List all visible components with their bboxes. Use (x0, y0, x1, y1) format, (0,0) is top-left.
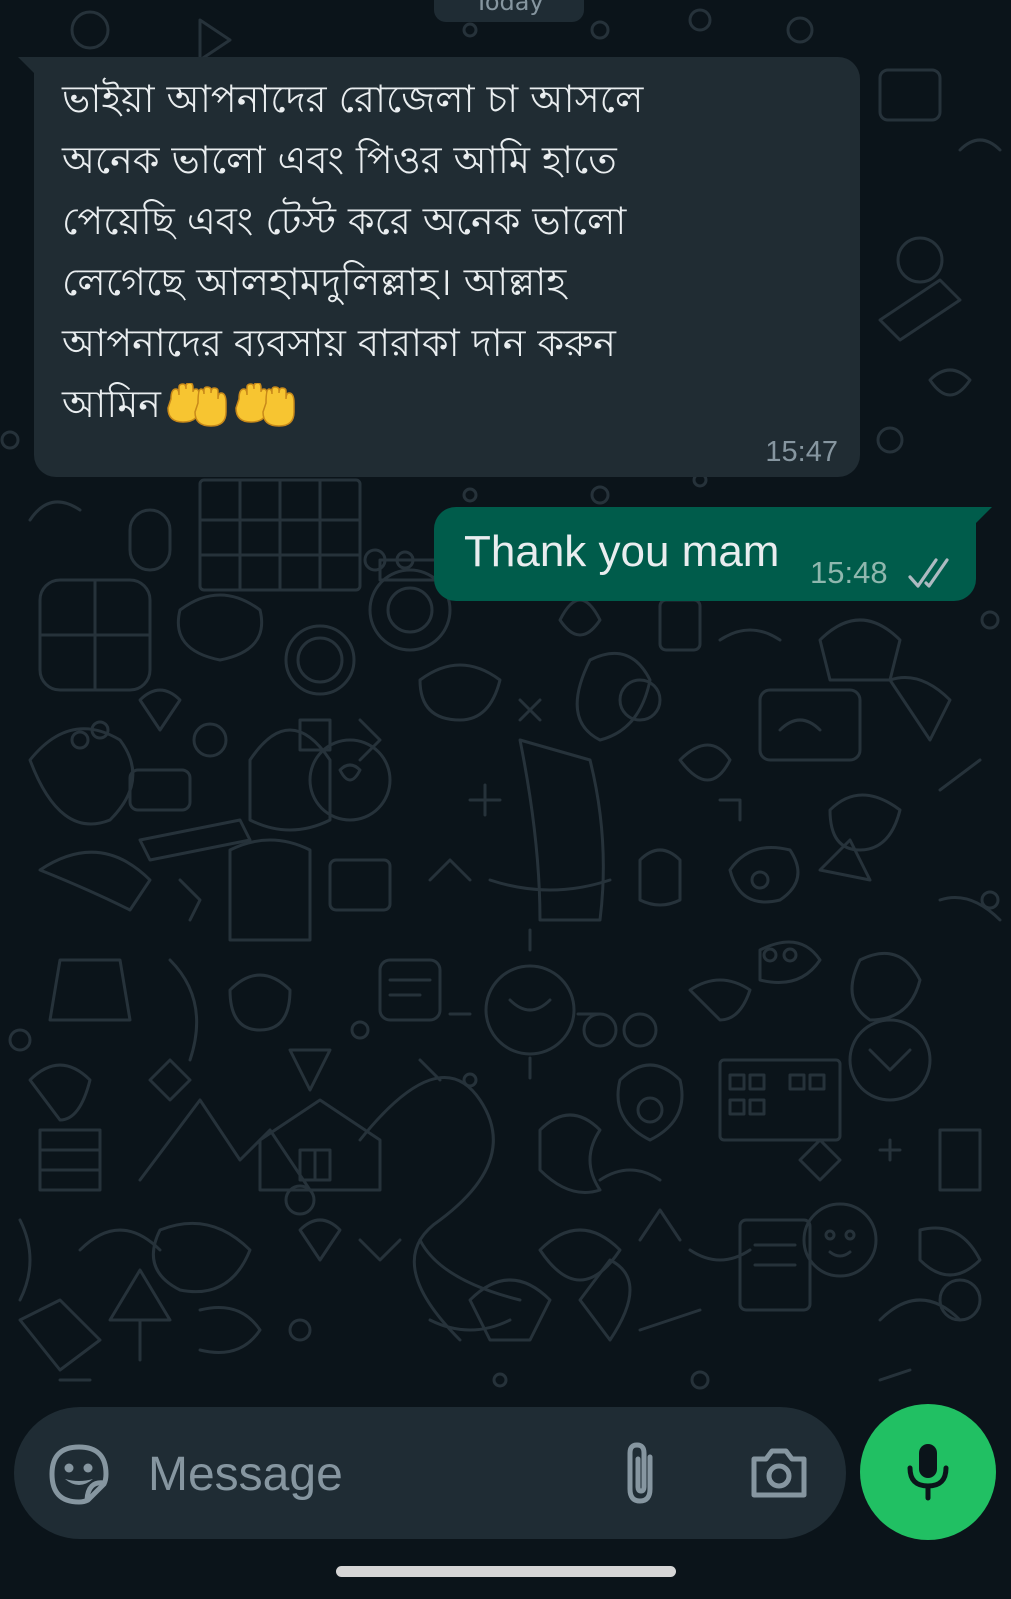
incoming-message-body: ভাইয়া আপনাদের রোজেলা চা আসলে অনেক ভালো … (62, 77, 644, 426)
message-composer (14, 1407, 846, 1539)
camera-icon[interactable] (748, 1445, 810, 1501)
home-indicator[interactable] (336, 1566, 676, 1577)
outgoing-message-time: 15:48 (810, 555, 888, 590)
praying-hands-emoji: 🤲🤲 (161, 374, 162, 375)
voice-message-button[interactable] (860, 1404, 996, 1540)
bubble-tail (974, 507, 992, 525)
bubble-tail (18, 57, 36, 75)
open-hands-emoji-icon-2 (235, 383, 295, 427)
date-separator: Today (434, 0, 584, 22)
date-label: Today (474, 0, 544, 16)
outgoing-message-text: Thank you mam (464, 527, 780, 576)
sticker-icon[interactable] (48, 1443, 110, 1505)
incoming-message-time: 15:47 (765, 436, 838, 468)
open-hands-emoji-icon (167, 383, 227, 427)
paperclip-icon[interactable] (616, 1439, 668, 1509)
message-input[interactable] (148, 1443, 588, 1505)
incoming-message-text: ভাইয়া আপনাদের রোজেলা চা আসলে অনেক ভালো … (62, 69, 842, 435)
incoming-message[interactable]: ভাইয়া আপনাদের রোজেলা চা আসলে অনেক ভালো … (18, 57, 860, 477)
double-check-icon (908, 558, 949, 588)
microphone-icon (907, 1444, 949, 1501)
outgoing-message[interactable]: Thank you mam 15:48 (434, 507, 992, 601)
